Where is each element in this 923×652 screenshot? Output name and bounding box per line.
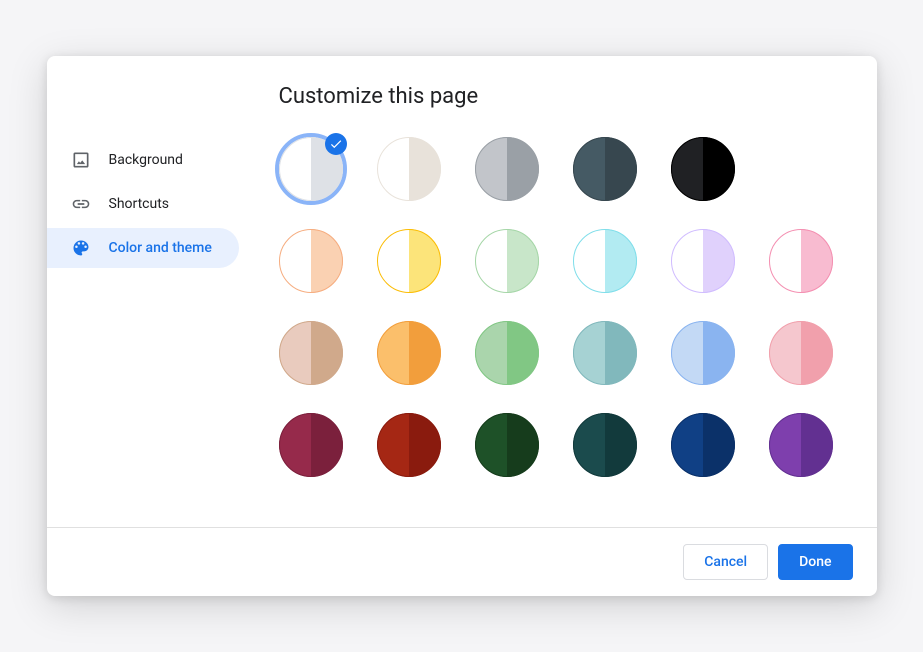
theme-swatch-17[interactable] (769, 321, 833, 385)
swatch-right-half (605, 229, 637, 293)
swatch-right-half (311, 413, 343, 477)
sidebar-item-label: Color and theme (109, 240, 212, 256)
sidebar-item-label: Background (109, 152, 183, 168)
dialog-body: Background Shortcuts Color and theme Custo… (47, 56, 877, 527)
image-icon (71, 150, 91, 170)
theme-swatch-2[interactable] (475, 137, 539, 201)
swatch-right-half (703, 413, 735, 477)
swatch-right-half (605, 137, 637, 201)
swatch-right-half (703, 137, 735, 201)
theme-swatch-empty (769, 137, 833, 201)
swatch-left-half (279, 321, 311, 385)
swatch-right-half (703, 229, 735, 293)
swatch-left-half (769, 321, 801, 385)
swatch-right-half (409, 229, 441, 293)
swatch-right-half (409, 321, 441, 385)
swatch-left-half (573, 321, 605, 385)
swatch-right-half (507, 413, 539, 477)
link-icon (71, 194, 91, 214)
swatch-left-half (377, 137, 409, 201)
palette-icon (71, 238, 91, 258)
swatch-left-half (377, 413, 409, 477)
swatch-left-half (279, 229, 311, 293)
swatch-left-half (671, 413, 703, 477)
theme-swatch-13[interactable] (377, 321, 441, 385)
check-icon (325, 133, 347, 155)
swatch-right-half (801, 413, 833, 477)
swatch-left-half (475, 321, 507, 385)
sidebar-item-color-theme[interactable]: Color and theme (47, 228, 239, 268)
swatch-left-half (475, 229, 507, 293)
sidebar-item-shortcuts[interactable]: Shortcuts (47, 184, 239, 224)
done-button[interactable]: Done (778, 544, 852, 580)
swatch-right-half (311, 321, 343, 385)
swatch-right-half (311, 229, 343, 293)
theme-swatch-21[interactable] (573, 413, 637, 477)
theme-swatch-3[interactable] (573, 137, 637, 201)
theme-swatch-18[interactable] (279, 413, 343, 477)
swatch-left-half (769, 413, 801, 477)
swatch-right-half (703, 321, 735, 385)
sidebar-item-label: Shortcuts (109, 196, 170, 212)
theme-swatch-4[interactable] (671, 137, 735, 201)
main-panel: Customize this page (279, 56, 877, 527)
swatch-left-half (671, 229, 703, 293)
swatch-left-half (377, 321, 409, 385)
theme-swatches (279, 137, 837, 477)
swatch-right-half (409, 413, 441, 477)
theme-swatch-16[interactable] (671, 321, 735, 385)
swatch-right-half (507, 229, 539, 293)
theme-swatch-22[interactable] (671, 413, 735, 477)
theme-swatch-0[interactable] (279, 137, 343, 201)
swatch-right-half (507, 137, 539, 201)
swatch-left-half (279, 413, 311, 477)
theme-swatch-8[interactable] (475, 229, 539, 293)
swatch-left-half (573, 137, 605, 201)
swatch-right-half (605, 321, 637, 385)
swatch-right-half (409, 137, 441, 201)
swatch-right-half (801, 229, 833, 293)
sidebar-item-background[interactable]: Background (47, 140, 239, 180)
swatch-left-half (475, 413, 507, 477)
swatch-right-half (801, 321, 833, 385)
theme-swatch-10[interactable] (671, 229, 735, 293)
swatch-right-half (507, 321, 539, 385)
sidebar: Background Shortcuts Color and theme (47, 56, 279, 527)
swatch-left-half (671, 137, 703, 201)
customize-dialog: Background Shortcuts Color and theme Custo… (47, 56, 877, 596)
page-title: Customize this page (279, 84, 837, 109)
theme-swatch-19[interactable] (377, 413, 441, 477)
cancel-button[interactable]: Cancel (683, 544, 768, 580)
swatch-left-half (475, 137, 507, 201)
theme-swatch-7[interactable] (377, 229, 441, 293)
swatch-left-half (279, 137, 311, 201)
theme-swatch-11[interactable] (769, 229, 833, 293)
swatch-left-half (573, 229, 605, 293)
theme-swatch-20[interactable] (475, 413, 539, 477)
swatch-right-half (605, 413, 637, 477)
swatch-left-half (671, 321, 703, 385)
theme-swatch-6[interactable] (279, 229, 343, 293)
swatch-left-half (573, 413, 605, 477)
theme-swatch-9[interactable] (573, 229, 637, 293)
theme-swatch-15[interactable] (573, 321, 637, 385)
dialog-footer: Cancel Done (47, 527, 877, 596)
theme-swatch-1[interactable] (377, 137, 441, 201)
theme-swatch-14[interactable] (475, 321, 539, 385)
theme-swatch-12[interactable] (279, 321, 343, 385)
swatch-left-half (769, 229, 801, 293)
swatch-left-half (377, 229, 409, 293)
theme-swatch-23[interactable] (769, 413, 833, 477)
